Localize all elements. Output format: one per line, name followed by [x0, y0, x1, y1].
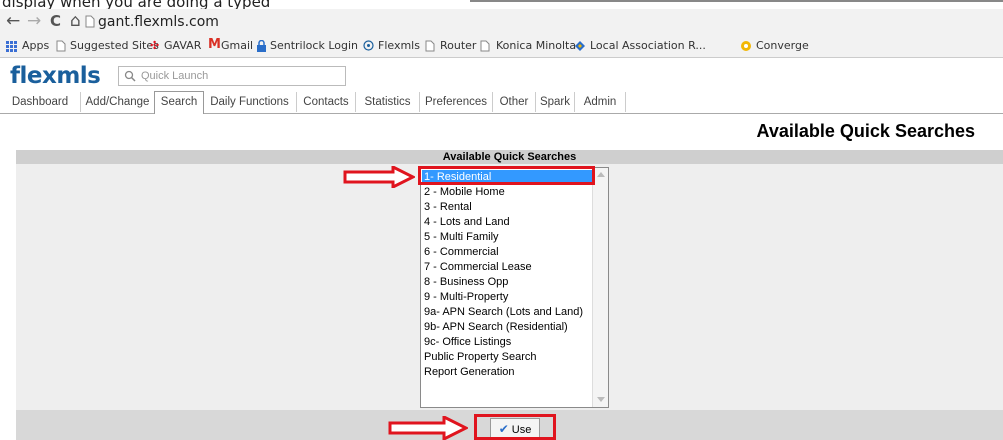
quick-search-listbox[interactable]: 1- Residential 2 - Mobile Home 3 - Renta…	[420, 167, 609, 408]
flexmls-icon	[363, 40, 374, 51]
bookmark-konica[interactable]: Konica Minolta	[496, 38, 576, 54]
caption-text: display when you are doing a typed	[2, 0, 271, 9]
list-item[interactable]: 3 - Rental	[424, 200, 472, 214]
list-item[interactable]: Public Property Search	[424, 350, 537, 364]
list-item[interactable]: 6 - Commercial	[424, 245, 499, 259]
tab-admin[interactable]: Admin	[575, 92, 626, 112]
highlight-box-residential	[418, 166, 595, 185]
back-icon[interactable]: ←	[6, 11, 20, 31]
apps-icon	[6, 41, 17, 52]
bookmarks-bar: Apps Suggested Sites ✣ GAVAR M Gmail Sen…	[0, 35, 1003, 58]
list-item[interactable]: 4 - Lots and Land	[424, 215, 510, 229]
highlight-box-use	[474, 414, 556, 440]
forward-icon[interactable]: →	[27, 11, 41, 31]
tab-other[interactable]: Other	[493, 92, 536, 112]
tab-daily-functions[interactable]: Daily Functions	[203, 92, 297, 112]
home-icon[interactable]: ⌂	[70, 11, 81, 31]
tab-dashboard[interactable]: Dashboard	[0, 92, 81, 112]
panel-header: Available Quick Searches	[16, 150, 1003, 164]
caption-fragment: display when you are doing a typed	[0, 0, 1003, 9]
bookmark-converge[interactable]: Converge	[756, 38, 809, 54]
page-icon	[480, 40, 490, 52]
tab-preferences[interactable]: Preferences	[420, 92, 493, 112]
bookmark-apps[interactable]: Apps	[22, 38, 49, 54]
list-item[interactable]: 9b- APN Search (Residential)	[424, 320, 568, 334]
list-item[interactable]: 9c- Office Listings	[424, 335, 511, 349]
quick-launch-placeholder: Quick Launch	[141, 70, 209, 82]
url-text[interactable]: gant.flexmls.com	[98, 12, 219, 32]
list-item[interactable]: 7 - Commercial Lease	[424, 260, 532, 274]
list-item[interactable]: 5 - Multi Family	[424, 230, 499, 244]
bookmark-suggested-sites[interactable]: Suggested Sites	[70, 38, 159, 54]
bookmark-router[interactable]: Router	[440, 38, 476, 54]
reload-icon[interactable]: C	[50, 11, 61, 31]
tab-contacts[interactable]: Contacts	[297, 92, 356, 112]
page-icon	[425, 40, 435, 52]
address-bar: ← → C ⌂ gant.flexmls.com	[0, 9, 1003, 35]
lock-icon	[257, 40, 266, 52]
list-item[interactable]: 8 - Business Opp	[424, 275, 508, 289]
association-icon	[575, 41, 585, 51]
tab-spark[interactable]: Spark	[536, 92, 575, 112]
page-title: Available Quick Searches	[756, 121, 975, 141]
tab-search[interactable]: Search	[154, 91, 204, 114]
bookmark-local-association[interactable]: Local Association R...	[590, 38, 706, 54]
tab-add-change[interactable]: Add/Change	[81, 92, 155, 112]
list-item[interactable]: Report Generation	[424, 365, 515, 379]
page-icon	[85, 15, 95, 28]
listbox-scrollbar[interactable]	[592, 168, 608, 407]
list-item[interactable]: 9 - Multi-Property	[424, 290, 508, 304]
arrow-pointer-icon	[388, 416, 468, 440]
caption-rule	[470, 0, 1003, 2]
gmail-icon: M	[208, 37, 221, 52]
flexmls-logo: flexmls	[10, 63, 101, 89]
list-item[interactable]: 2 - Mobile Home	[424, 185, 505, 199]
bookmark-gavar[interactable]: GAVAR	[164, 38, 201, 54]
quick-launch-input[interactable]: Quick Launch	[118, 66, 346, 86]
arrow-pointer-icon	[343, 166, 415, 188]
bookmark-sentrilock[interactable]: Sentrilock Login	[270, 38, 358, 54]
converge-icon	[741, 41, 751, 51]
scroll-down-icon[interactable]	[597, 397, 605, 402]
tab-statistics[interactable]: Statistics	[356, 92, 420, 112]
list-item[interactable]: 9a- APN Search (Lots and Land)	[424, 305, 583, 319]
bookmark-gmail[interactable]: Gmail	[221, 38, 253, 54]
page-icon	[56, 40, 66, 52]
bookmark-flexmls[interactable]: Flexmls	[378, 38, 420, 54]
gavar-icon: ✣	[150, 39, 160, 52]
main-tabs: Dashboard Add/Change Search Daily Functi…	[0, 91, 1003, 114]
search-icon	[124, 70, 136, 82]
scroll-up-icon[interactable]	[597, 172, 605, 177]
